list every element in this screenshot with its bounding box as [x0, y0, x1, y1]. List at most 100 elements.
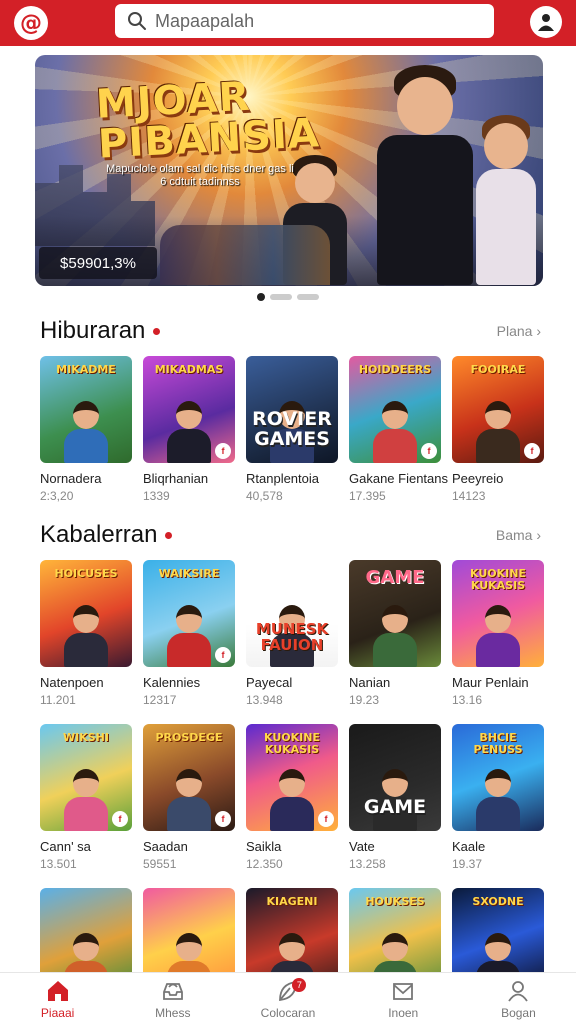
banner-pagination[interactable] [257, 293, 319, 301]
game-card[interactable]: KUOKINE KUKASIS f Saikla 12.350 [246, 724, 338, 871]
game-art-title: HOICUSES [54, 567, 118, 580]
game-thumbnail[interactable]: BHCIE PENUSS [452, 724, 544, 831]
game-thumbnail[interactable]: KUOKINE KUKASIS f [246, 724, 338, 831]
game-player-count: 14123 [452, 489, 486, 503]
section-title-1: Hiburaran [40, 317, 161, 345]
game-art-title: HOIDDEERS [358, 363, 432, 376]
game-player-count: 12317 [143, 693, 177, 707]
game-thumbnail[interactable]: MIKADMAS f [143, 356, 235, 463]
game-player-count: 12.350 [246, 857, 283, 871]
character-figure [373, 401, 417, 463]
game-art-title: KUOKINE KUKASIS [264, 731, 320, 756]
nav-item-mail[interactable]: Inoen [346, 973, 461, 1024]
game-thumbnail[interactable]: KUOKINE KUKASIS [452, 560, 544, 667]
game-card[interactable]: ROVIER GAMES Rtanplentoia 40,578 [246, 356, 338, 503]
pagination-dot-2[interactable] [270, 294, 292, 300]
nav-item-inbox[interactable]: Mhess [115, 973, 230, 1024]
game-grid-1: MIKADME Nornadera 2:3,20 MIKADMAS f Bliqrhani… [40, 356, 544, 503]
top-bar: @ [0, 0, 576, 46]
provider-badge-icon: f [215, 647, 231, 663]
game-art-title: SXODNE [472, 895, 524, 908]
game-art-title: PROSDEGE [155, 731, 223, 744]
nav-label: Piaaai [40, 1005, 75, 1020]
game-card[interactable]: MUNESK FAUION Payecal 13.948 [246, 560, 338, 707]
character-figure [476, 401, 520, 463]
app-logo-glyph: @ [20, 10, 42, 36]
game-name: Natenpoen [40, 675, 104, 690]
character-figure [64, 401, 108, 463]
game-art-title: MUNESK FAUION [255, 620, 329, 654]
game-card[interactable]: GAME Vate 13.258 [349, 724, 441, 871]
character-figure [373, 605, 417, 667]
game-thumbnail[interactable]: FOOIRAE f [452, 356, 544, 463]
provider-badge-icon: f [112, 811, 128, 827]
character-figure [476, 769, 520, 831]
provider-badge-icon: f [318, 811, 334, 827]
game-card[interactable]: BHCIE PENUSS Kaale 19.37 [452, 724, 544, 871]
game-card[interactable]: WIKSHI f Cann' sa 13.501 [40, 724, 132, 871]
game-art-title: WAIKSIRE [158, 567, 220, 580]
game-thumbnail[interactable]: MIKADME [40, 356, 132, 463]
game-thumbnail[interactable]: GAME [349, 724, 441, 831]
game-card[interactable]: GAME Nanian 19.23 [349, 560, 441, 707]
character-figure [64, 605, 108, 667]
game-thumbnail[interactable]: HOIDDEERS f [349, 356, 441, 463]
user-avatar-icon [538, 14, 554, 31]
banner-title-line2: PIBANSIA [96, 110, 321, 168]
character-figure [270, 769, 314, 831]
game-art-title: FOOIRAE [470, 363, 526, 376]
game-name: Kalennies [143, 675, 201, 690]
game-thumbnail[interactable]: MUNESK FAUION [246, 560, 338, 667]
game-card[interactable]: HOIDDEERS f Gakane Fientans 17.395 [349, 356, 448, 503]
game-player-count: 40,578 [246, 489, 283, 503]
search-box[interactable] [115, 4, 494, 38]
bottom-navigation: Piaaai Mhess 7 Colocaran Inoen Bogan [0, 972, 576, 1024]
game-grid-2: HOICUSES Natenpoen 11.201 WAIKSIRE f Kalennie… [40, 560, 544, 995]
hero-banner[interactable]: MJOAR PIBANSIA Mapuclole olam sal dic hi… [35, 55, 543, 286]
chevron-right-icon: › [536, 527, 541, 543]
game-card[interactable]: HOICUSES Natenpoen 11.201 [40, 560, 132, 707]
banner-subtitle: Mapuclole olam sal dic hiss dner gas li … [106, 163, 294, 188]
nav-item-user[interactable]: Bogan [461, 973, 576, 1024]
game-player-count: 1339 [143, 489, 170, 503]
nav-item-home[interactable]: Piaaai [0, 973, 115, 1024]
see-all-link-2[interactable]: Bama › [496, 527, 541, 543]
game-name: Saadan [143, 839, 188, 854]
search-input[interactable] [155, 10, 455, 32]
game-player-count: 13.501 [40, 857, 77, 871]
game-card[interactable]: FOOIRAE f Peeyreio 14123 [452, 356, 544, 503]
game-card[interactable]: WAIKSIRE f Kalennies 12317 [143, 560, 235, 707]
game-name: Kaale [452, 839, 486, 854]
pagination-dot-3[interactable] [297, 294, 319, 300]
game-player-count: 13.258 [349, 857, 386, 871]
game-thumbnail[interactable]: HOICUSES [40, 560, 132, 667]
game-name: Nornadera [40, 471, 102, 486]
notification-badge: 7 [292, 978, 307, 992]
game-player-count: 19.37 [452, 857, 483, 871]
game-thumbnail[interactable]: GAME [349, 560, 441, 667]
app-logo[interactable]: @ [14, 6, 48, 40]
section-title-2: Kabalerran [40, 521, 173, 549]
game-thumbnail[interactable]: PROSDEGE f [143, 724, 235, 831]
game-card[interactable]: KUOKINE KUKASIS Maur Penlain 13.16 [452, 560, 544, 707]
game-art-title: MIKADMAS [154, 363, 224, 376]
section-title-text: Kabalerran [40, 521, 158, 548]
game-thumbnail[interactable]: WAIKSIRE f [143, 560, 235, 667]
game-player-count: 19.23 [349, 693, 380, 707]
game-name: Vate [349, 839, 375, 854]
nav-item-leaf[interactable]: 7 Colocaran [230, 973, 345, 1024]
see-all-label: Plana [496, 323, 533, 339]
game-card[interactable]: PROSDEGE f Saadan 59551 [143, 724, 235, 871]
game-card[interactable]: MIKADMAS f Bliqrhanian 1339 [143, 356, 235, 503]
banner-kid-3 [473, 115, 539, 285]
see-all-link-1[interactable]: Plana › [497, 323, 541, 339]
profile-button[interactable] [530, 6, 562, 38]
pagination-dot-1[interactable] [257, 293, 265, 301]
game-player-count: 2:3,20 [40, 489, 74, 503]
game-thumbnail[interactable]: WIKSHI f [40, 724, 132, 831]
inbox-icon [162, 982, 183, 1000]
game-card[interactable]: MIKADME Nornadera 2:3,20 [40, 356, 132, 503]
game-name: Bliqrhanian [143, 471, 209, 486]
game-thumbnail[interactable]: ROVIER GAMES [246, 356, 338, 463]
nav-label: Inoen [388, 1005, 419, 1020]
